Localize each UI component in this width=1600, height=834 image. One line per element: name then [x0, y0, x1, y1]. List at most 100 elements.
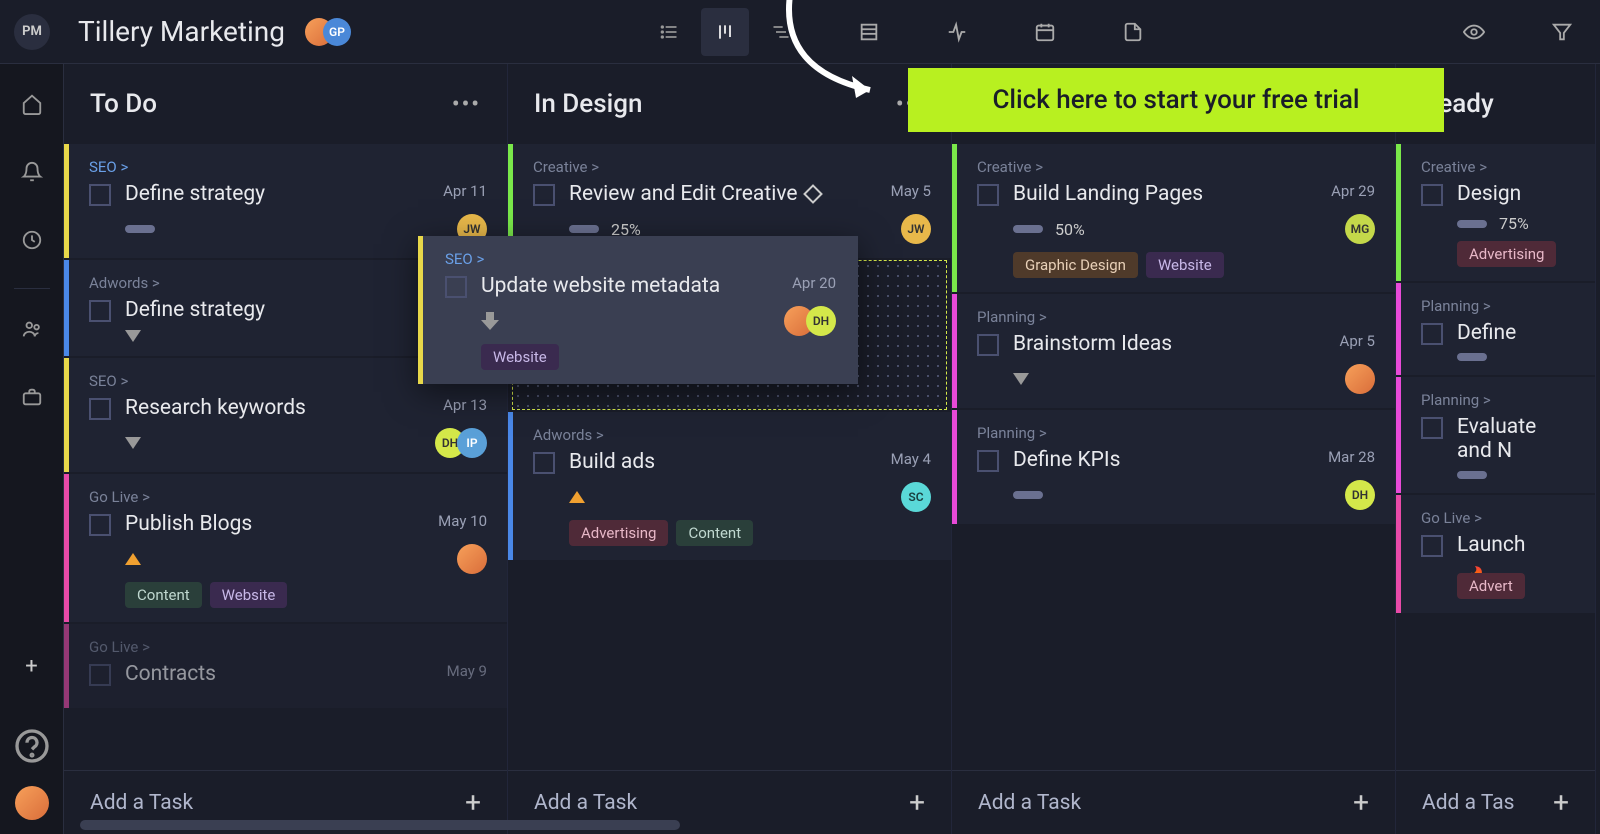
card-title: Build Landing Pages: [1013, 182, 1203, 206]
milestone-icon: [803, 185, 823, 205]
avatar[interactable]: SC: [901, 482, 931, 512]
task-checkbox[interactable]: [89, 514, 111, 536]
tag[interactable]: Website: [481, 344, 559, 370]
task-card[interactable]: Planning >Define KPIsMar 28DH: [952, 410, 1395, 524]
avatar[interactable]: JW: [901, 214, 931, 244]
tag[interactable]: Content: [676, 520, 753, 546]
card-title: Define: [1457, 321, 1516, 345]
filter-icon[interactable]: [1538, 8, 1586, 56]
card-meta: [125, 544, 487, 574]
app-logo[interactable]: PM: [14, 14, 50, 50]
tag[interactable]: Advertising: [1457, 241, 1556, 267]
tag[interactable]: Website: [210, 582, 288, 608]
header-avatars[interactable]: GP: [305, 18, 351, 46]
sidebar-briefcase-icon[interactable]: [12, 377, 52, 417]
sidebar-help-icon[interactable]: [12, 726, 52, 766]
card-crumb[interactable]: Creative >: [977, 158, 1375, 176]
card-title: Contracts: [125, 662, 216, 686]
task-card[interactable]: Adwords >Build adsMay 4SCAdvertisingCont…: [508, 412, 951, 560]
avatar[interactable]: DH: [1345, 480, 1375, 510]
card-crumb[interactable]: Go Live >: [1421, 509, 1575, 527]
cta-banner[interactable]: Click here to start your free trial: [908, 68, 1444, 132]
file-icon[interactable]: [1109, 8, 1157, 56]
card-meta: DHIP: [125, 428, 487, 458]
task-card[interactable]: Planning > Define: [1396, 283, 1595, 375]
column-menu-icon[interactable]: •••: [452, 92, 481, 117]
card-date: May 4: [881, 450, 931, 468]
card-crumb[interactable]: Planning >: [977, 308, 1375, 326]
task-checkbox[interactable]: [977, 450, 999, 472]
card-crumb[interactable]: Go Live >: [89, 488, 487, 506]
tag[interactable]: Website: [1146, 252, 1224, 278]
sidebar-user-avatar[interactable]: [15, 786, 49, 820]
card-meta: [1457, 471, 1575, 479]
plus-icon: +: [1353, 786, 1369, 819]
card-title: Launch: [1457, 533, 1525, 557]
task-card[interactable]: Creative >Build Landing PagesApr 2950%MG…: [952, 144, 1395, 292]
tag[interactable]: Advert: [1457, 573, 1525, 599]
card-crumb[interactable]: Planning >: [977, 424, 1375, 442]
sidebar-home-icon[interactable]: [12, 84, 52, 124]
task-checkbox[interactable]: [89, 398, 111, 420]
task-checkbox[interactable]: [533, 184, 555, 206]
card-meta: 50% MG: [1013, 214, 1375, 244]
calendar-icon[interactable]: [1021, 8, 1069, 56]
tag[interactable]: Advertising: [569, 520, 668, 546]
avatar[interactable]: [1345, 364, 1375, 394]
view-list-icon[interactable]: [645, 8, 693, 56]
task-checkbox[interactable]: [1421, 417, 1443, 439]
progress-bar: [569, 225, 599, 233]
card-crumb[interactable]: Creative >: [1421, 158, 1575, 176]
task-checkbox[interactable]: [89, 664, 111, 686]
task-card[interactable]: Planning >Evaluate and N: [1396, 377, 1595, 493]
card-avatars: DHIP: [435, 428, 487, 458]
task-card[interactable]: Go Live >ContractsMay 9: [64, 624, 507, 708]
tag[interactable]: Content: [125, 582, 202, 608]
task-checkbox[interactable]: [977, 334, 999, 356]
eye-icon[interactable]: [1450, 8, 1498, 56]
progress-bar: [125, 225, 155, 233]
card-crumb[interactable]: SEO >: [89, 158, 487, 176]
card-date: Apr 5: [1330, 332, 1375, 350]
add-task-button[interactable]: Add a Tas+: [1396, 770, 1595, 834]
card-crumb[interactable]: Go Live >: [89, 638, 487, 656]
card-crumb[interactable]: Planning >: [1421, 297, 1575, 315]
avatar[interactable]: MG: [1345, 214, 1375, 244]
avatar[interactable]: DH: [806, 306, 836, 336]
task-checkbox[interactable]: [1421, 323, 1443, 345]
card-title: Design: [1457, 182, 1521, 206]
task-card[interactable]: Go Live >Publish BlogsMay 10ContentWebsi…: [64, 474, 507, 622]
kanban-column: In Design•••Creative >Review and Edit Cr…: [508, 64, 952, 834]
task-card[interactable]: Go Live > Launch Advert: [1396, 495, 1595, 613]
task-checkbox[interactable]: [533, 452, 555, 474]
dragging-card[interactable]: SEO > Update website metadata Apr 20 DH …: [418, 236, 858, 384]
task-card[interactable]: Planning >Brainstorm IdeasApr 5: [952, 294, 1395, 408]
card-crumb[interactable]: Planning >: [1421, 391, 1575, 409]
sidebar-add-icon[interactable]: +: [12, 646, 52, 686]
task-checkbox[interactable]: [977, 184, 999, 206]
avatar[interactable]: GP: [323, 18, 351, 46]
card-date: May 10: [428, 512, 487, 530]
avatar[interactable]: [457, 544, 487, 574]
add-task-button[interactable]: Add a Task+: [952, 770, 1395, 834]
avatar[interactable]: IP: [457, 428, 487, 458]
task-checkbox[interactable]: [89, 300, 111, 322]
progress-pct: 50%: [1055, 220, 1085, 239]
task-checkbox[interactable]: [1421, 535, 1443, 557]
sidebar-bell-icon[interactable]: [12, 152, 52, 192]
tag[interactable]: Graphic Design: [1013, 252, 1138, 278]
card-title: Define KPIs: [1013, 448, 1120, 472]
task-checkbox[interactable]: [1421, 184, 1443, 206]
card-meta: [1013, 364, 1375, 394]
task-checkbox[interactable]: [89, 184, 111, 206]
card-title: Update website metadata: [481, 274, 720, 298]
card-crumb[interactable]: Adwords >: [533, 426, 931, 444]
task-card[interactable]: Creative >Design75%Advertising: [1396, 144, 1595, 281]
sidebar-clock-icon[interactable]: [12, 220, 52, 260]
horizontal-scrollbar[interactable]: [80, 820, 680, 830]
card-crumb[interactable]: Creative >: [533, 158, 931, 176]
activity-icon[interactable]: [933, 8, 981, 56]
sidebar-people-icon[interactable]: [12, 309, 52, 349]
task-checkbox[interactable]: [445, 276, 467, 298]
view-board-icon[interactable]: [701, 8, 749, 56]
